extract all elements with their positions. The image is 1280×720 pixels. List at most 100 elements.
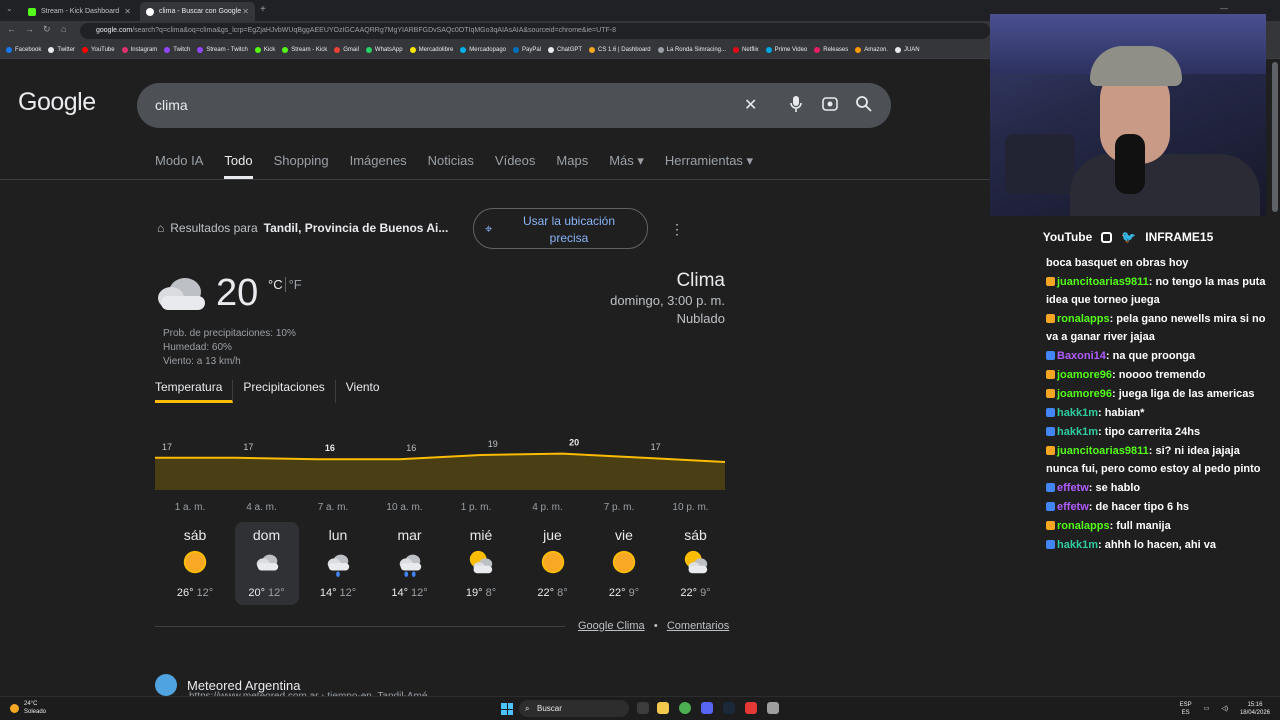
forward-icon[interactable]: → [25,24,34,34]
forecast-day[interactable]: mié 19° 8° [449,522,513,605]
forecast-day[interactable]: dom 20° 12° [234,522,299,605]
file-explorer-icon[interactable] [657,702,669,714]
search-icon[interactable] [855,95,873,118]
search-tab[interactable]: Noticias [428,153,474,179]
bookmark-item[interactable]: CS 1.6 | Dashboard [589,46,651,53]
chat-username[interactable]: hakk1m [1057,426,1098,438]
chat-username[interactable]: effetw [1057,501,1089,513]
bookmark-item[interactable]: WhatsApp [365,46,403,53]
bookmark-item[interactable]: Instagram [121,46,157,53]
chat-username[interactable]: joamore96 [1057,388,1112,400]
day-temps: 26° 12° [163,587,227,599]
network-icon[interactable]: ▭ [1204,705,1210,713]
chat-username[interactable]: hakk1m [1057,539,1098,551]
results-for-place[interactable]: Tandil, Provincia de Buenos Ai... [264,221,449,235]
chat-username[interactable]: ronalapps [1057,520,1110,532]
google-logo[interactable]: Google [18,88,96,117]
chat-username[interactable]: juancitoarias9811 [1057,445,1149,457]
bookmark-item[interactable]: Mercadolibre [409,46,453,53]
lens-icon[interactable] [821,95,839,118]
app-icon[interactable] [767,702,779,714]
bookmark-item[interactable]: Gmail [334,46,359,53]
clock[interactable]: 15:16 18/04/2026 [1240,701,1270,717]
home-icon[interactable]: ⌂ [61,24,66,34]
search-tab[interactable]: Vídeos [495,153,535,179]
tab-search-icon[interactable]: ⌄ [6,4,13,13]
bookmark-item[interactable]: Facebook [6,46,41,53]
new-tab-button[interactable]: + [260,4,266,15]
chat-username[interactable]: joamore96 [1057,369,1112,381]
tab-temperatura[interactable]: Temperatura [155,380,234,403]
tab-google-clima[interactable]: clima - Buscar con Google ✕ [140,2,255,21]
search-tab[interactable]: Imágenes [350,153,407,179]
chat-username[interactable]: juancitoarias9811 [1057,276,1149,288]
search-tab[interactable]: Modo IA [155,153,203,179]
bookmark-item[interactable]: JUAN [894,46,920,53]
chrome-icon[interactable] [679,702,691,714]
day-name: sáb [684,527,707,543]
bookmark-item[interactable]: ChatGPT [548,46,582,53]
taskbar-search[interactable]: ⌕ Buscar [519,700,629,717]
feedback-link[interactable]: Comentarios [667,620,729,632]
discord-icon[interactable] [701,702,713,714]
bookmark-item[interactable]: Stream - Kick [282,46,327,53]
bookmark-item[interactable]: PayPal [513,46,541,53]
reload-icon[interactable]: ↻ [43,24,51,35]
bookmark-item[interactable]: Stream - Twitch [197,46,248,53]
chat-username[interactable]: effetw [1057,482,1089,494]
bookmark-item[interactable]: Amazon. [855,46,888,53]
steam-icon[interactable] [723,702,735,714]
google-clima-link[interactable]: Google Clima [578,620,645,632]
search-tab[interactable]: Shopping [274,153,329,179]
close-icon[interactable]: ✕ [242,7,249,16]
bookmark-item[interactable]: Netflix [733,46,759,53]
forecast-day[interactable]: jue 22° 8° [521,522,585,605]
search-tab[interactable]: Herramientas ▾ [665,153,753,179]
bookmark-item[interactable]: YouTube [82,46,115,53]
volume-icon[interactable]: ◁) [1221,705,1228,713]
bookmark-item[interactable]: Prime Video [765,46,807,53]
app-icon[interactable] [745,702,757,714]
address-bar[interactable]: google.com/search?q=clima&oq=clima&gs_lc… [80,23,990,39]
search-tab[interactable]: Todo [224,153,253,179]
forecast-day[interactable]: sáb 26° 12° [163,522,227,605]
chat-username[interactable]: ronalapps [1057,313,1110,325]
close-icon[interactable]: ✕ [124,7,131,16]
chat-username[interactable]: hakk1m [1057,407,1098,419]
scrollbar[interactable] [1272,62,1278,212]
tab-viento[interactable]: Viento [336,380,390,403]
clear-icon[interactable]: ✕ [744,95,757,115]
celsius-unit[interactable]: °C [268,277,283,292]
forecast-day[interactable]: lun 14° 12° [306,522,370,605]
search-tab[interactable]: Más ▾ [609,153,644,179]
back-icon[interactable]: ← [7,24,16,34]
bookmark-item[interactable]: Mercadopago [460,46,506,53]
forecast-day[interactable]: sáb 22° 9° [664,522,728,605]
forecast-day[interactable]: mar 14° 12° [378,522,442,605]
fahrenheit-unit[interactable]: °F [284,277,302,292]
chat-username[interactable]: Baxoni14 [1057,350,1106,362]
badge-icon [1046,314,1055,323]
bookmark-item[interactable]: Releases [814,46,848,53]
bookmark-item[interactable]: La Ronda Simracing... [657,46,726,53]
precise-location-button[interactable]: ⌖ Usar la ubicación precisa [473,208,648,249]
more-options-icon[interactable]: ⋮ [670,221,684,238]
bookmark-item[interactable]: Kick [254,46,275,53]
bookmark-item[interactable]: Twitch [164,46,190,53]
microphone-icon[interactable] [789,95,803,118]
windows-start-icon[interactable] [501,703,513,715]
forecast-day[interactable]: vie 22° 9° [592,522,656,605]
bookmark-label: WhatsApp [374,46,403,53]
search-input[interactable]: clima [155,97,188,113]
unit-switch[interactable]: °C °F [268,277,302,292]
minimize-icon[interactable]: — [1220,4,1228,13]
language-indicator[interactable]: ESP ES [1180,701,1192,717]
bookmark-item[interactable]: Twitter [48,46,75,53]
tab-precipitaciones[interactable]: Precipitaciones [233,380,336,403]
search-tab[interactable]: Maps [556,153,588,179]
search-box[interactable]: clima ✕ [137,83,891,128]
meteored-result[interactable]: Meteored Argentina https://www.meteored.… [155,674,436,702]
taskbar-weather[interactable]: 24°C Soleado [10,700,46,716]
tab-kick-dashboard[interactable]: Stream - Kick Dashboard ✕ [22,2,137,21]
task-view-icon[interactable] [637,702,649,714]
